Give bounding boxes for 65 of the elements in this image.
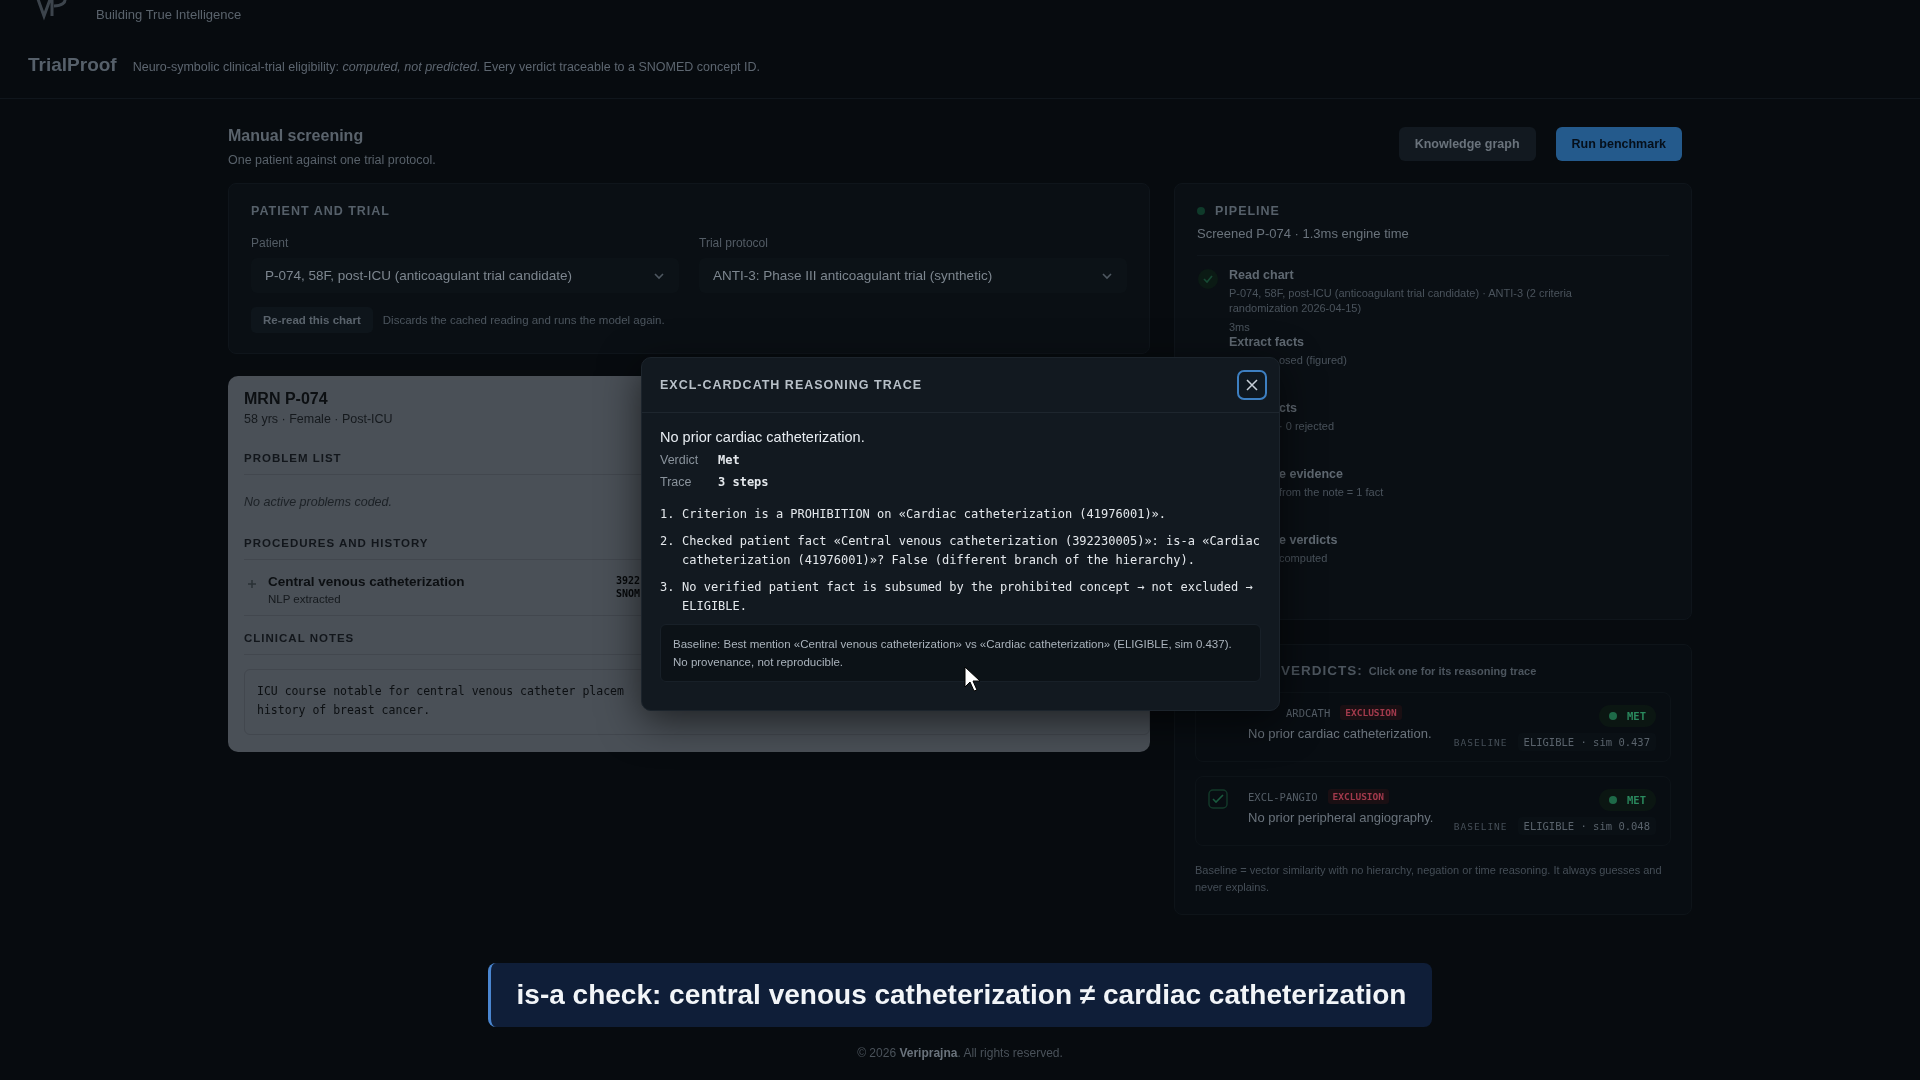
baseline-label: BASELINE	[1453, 736, 1508, 748]
checked-checkbox[interactable]	[1208, 789, 1228, 809]
field-label: Trial protocol	[699, 236, 769, 250]
baseline-note: Baseline = vector similarity with no hierarchy, negation or time reasoning. It always guesses and never explains.	[1195, 863, 1663, 895]
verdict-item[interactable]: EXCL-PANGIO EXCLUSION No prior peripheral angiography. MET BASELINE ELIGIBLE · sim 0.048	[1195, 776, 1671, 846]
status-dot	[1197, 207, 1205, 215]
concept-code: 3922	[616, 574, 641, 587]
status-dot	[1609, 712, 1618, 720]
close-button[interactable]	[1237, 370, 1267, 400]
verdict-badge: MET	[1599, 789, 1656, 811]
fact-label: Trace	[660, 475, 693, 489]
section-title: PIPELINE	[1215, 204, 1280, 218]
verdicts-hint: Click one for its reasoning trace	[1368, 665, 1537, 677]
page-subtitle: One patient against one trial protocol.	[228, 153, 436, 167]
page-title: Manual screening	[228, 127, 365, 145]
step-title: Extract facts	[1229, 335, 1305, 349]
field-label: Patient	[251, 236, 290, 250]
secondary-button[interactable]: Knowledge graph	[1398, 127, 1536, 161]
step-title: e verdicts	[1279, 533, 1338, 547]
step-number: 3.	[660, 579, 676, 596]
dialog-title: EXCL-CARDCATH REASONING TRACE	[660, 378, 923, 392]
criterion-text: No prior cardiac catheterization.	[1248, 726, 1433, 741]
type-tag: EXCLUSION	[1340, 705, 1402, 720]
patient-mrn: MRN P-074	[244, 390, 329, 408]
verdict-badge: MET	[1599, 705, 1656, 727]
baseline-box: Baseline: Best mention «Central venous catheterization» vs «Cardiac catheterization» (ELIGIBLE, sim 0.437). No provenance, not reproducible.	[660, 624, 1261, 682]
section-title: VERDICTS:	[1281, 663, 1363, 678]
app-title: TrialProof	[28, 54, 117, 76]
code-system: SNOM	[616, 587, 641, 600]
patient-demographics: 58 yrs · Female · Post-ICU	[244, 412, 394, 426]
caption-banner: is-a check: central venous catheterization ≠ cardiac catheterization	[488, 963, 1432, 1027]
procedure-source: NLP extracted	[268, 593, 342, 605]
baseline-label: BASELINE	[1453, 820, 1508, 832]
footer-text: © 2026 Veriprajna. All rights reserved.	[857, 1046, 1063, 1060]
brand-tagline: Building True Intelligence	[96, 7, 242, 23]
step-detail: P-074, 58F, post-ICU (anticoagulant trial candidate) · ANTI-3 (2 criteria randomization 2026-04-15)	[1229, 286, 1573, 316]
trace-step: No verified patient fact is subsumed by the prohibited concept → not excluded → ELIGIBLE.	[682, 578, 1261, 616]
step-title: e evidence	[1279, 467, 1343, 481]
fact-label: Verdict	[660, 453, 700, 467]
primary-button[interactable]: Run benchmark	[1555, 127, 1682, 161]
reread-button[interactable]: Re-read this chart	[251, 307, 373, 333]
app-description: Neuro-symbolic clinical-trial eligibility: computed, not predicted. Every verdict traceable to a SNOMED concept ID.	[132, 60, 761, 74]
close-icon	[1246, 379, 1258, 391]
plus-icon	[248, 580, 256, 588]
status-dot	[1609, 796, 1618, 804]
cursor-icon	[963, 665, 983, 693]
step-number: 1.	[660, 506, 676, 523]
reread-hint: Discards the cached reading and runs the model again.	[382, 314, 665, 326]
type-tag: EXCLUSION	[1327, 789, 1390, 804]
criterion-id: ARDCATH	[1286, 706, 1331, 719]
criterion-text: No prior cardiac catheterization.	[660, 429, 866, 445]
section-title: PATIENT AND TRIAL	[251, 204, 391, 218]
step-detail: computed	[1279, 551, 1328, 566]
criterion-id: EXCL-PANGIO	[1248, 790, 1318, 803]
procedure-name: Central venous catheterization	[268, 574, 466, 589]
step-time: 3ms	[1229, 320, 1250, 335]
fact-value: 3 steps	[718, 475, 770, 489]
trace-step: Criterion is a PROHIBITION on «Cardiac catheterization (41976001)».	[682, 505, 1261, 524]
step-detail: osed (figured)	[1279, 353, 1347, 368]
step-title: Read chart	[1229, 268, 1294, 282]
criterion-text: No prior peripheral angiography.	[1248, 810, 1435, 825]
step-title: cts	[1279, 401, 1298, 415]
fact-value: Met	[718, 453, 741, 467]
step-detail: from the note = 1 fact	[1279, 485, 1384, 500]
pipeline-summary: Screened P-074 · 1.3ms engine time	[1197, 226, 1410, 241]
